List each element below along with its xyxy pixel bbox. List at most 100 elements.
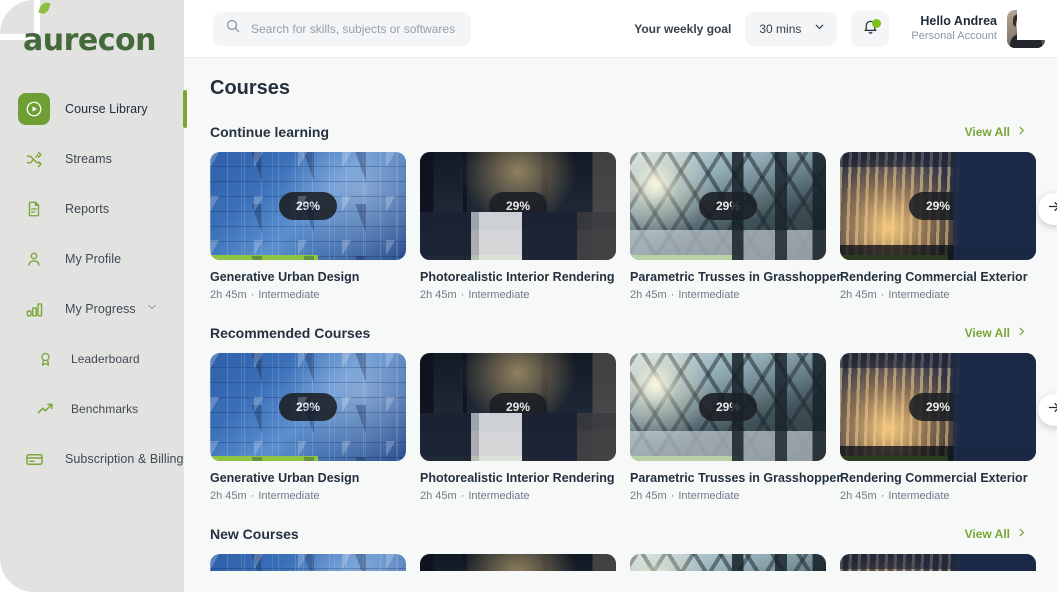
section-recommended-courses: Recommended Courses View All 29% Generat…: [184, 325, 1057, 502]
chevron-down-icon[interactable]: [146, 300, 158, 318]
chevron-right-icon: [1016, 125, 1027, 139]
leaf-icon: [38, 0, 51, 16]
section-new-courses: New Courses View All: [184, 526, 1057, 571]
section-header: Continue learning View All: [184, 124, 1057, 140]
progress-badge: 29%: [278, 192, 338, 220]
play-circle-icon: [18, 93, 50, 125]
progress-badge: 29%: [698, 192, 758, 220]
sidebar-nav: Course Library Streams Reports My Profil…: [0, 84, 187, 484]
course-title: Photorealistic Interior Rendering: [420, 270, 615, 284]
view-all-link[interactable]: View All: [965, 326, 1027, 340]
course-card[interactable]: 29% Rendering Commercial Exterior 2h 45m…: [840, 152, 1036, 301]
search-input[interactable]: [251, 21, 459, 36]
course-title: Rendering Commercial Exterior: [840, 270, 1028, 284]
search-container[interactable]: [213, 11, 471, 46]
section-continue-learning: Continue learning View All 29% Generativ…: [184, 124, 1057, 301]
bar-chart-icon: [18, 293, 50, 325]
course-card[interactable]: 29% Photorealistic Interior Rendering 2h…: [420, 152, 616, 301]
sidebar-item-label: Benchmarks: [71, 402, 139, 416]
weekly-goal-select[interactable]: 30 mins: [745, 11, 838, 46]
course-meta: 2h 45m · Intermediate: [840, 490, 1036, 502]
sidebar-item-course-library[interactable]: Course Library: [0, 84, 187, 134]
progress-bar: [630, 255, 738, 260]
course-card[interactable]: 29% Rendering Commercial Exterior 2h 45m…: [840, 353, 1036, 502]
view-all-label: View All: [964, 125, 1010, 139]
progress-bar: [420, 456, 528, 461]
course-meta: 2h 45m · Intermediate: [420, 289, 616, 301]
course-level: Intermediate: [678, 490, 740, 502]
course-card[interactable]: 29% Parametric Trusses in Grasshopper 2h…: [630, 152, 841, 301]
sidebar-item-label: Course Library: [65, 102, 148, 116]
course-card[interactable]: [630, 554, 826, 571]
course-level: Intermediate: [468, 490, 530, 502]
sidebar-item-label: Streams: [65, 152, 112, 166]
course-title: Parametric Trusses in Grasshopper: [630, 471, 842, 485]
card-carousel: 29% Generative Urban Design 2h 45m · Inter…: [184, 353, 1057, 502]
avatar-face: [1016, 14, 1034, 34]
card-carousel: [184, 554, 1057, 571]
meta-separator: ·: [460, 289, 465, 301]
notifications-button[interactable]: [851, 10, 890, 47]
active-indicator: [183, 90, 187, 128]
course-card[interactable]: 29% Generative Urban Design 2h 45m · Inter…: [210, 353, 406, 502]
sidebar-item-label: My Progress: [65, 302, 136, 316]
user-greeting: Hello Andrea: [920, 13, 997, 28]
view-all-label: View All: [964, 527, 1010, 541]
user-account-type: Personal Account: [911, 30, 997, 43]
course-thumbnail: 29%: [840, 353, 1036, 461]
course-card[interactable]: [420, 554, 616, 571]
section-header: Recommended Courses View All: [184, 325, 1057, 341]
chevron-right-icon: [1016, 326, 1027, 340]
meta-separator: ·: [250, 490, 255, 502]
course-duration: 2h 45m: [420, 289, 457, 301]
carousel-next-button[interactable]: [1038, 193, 1057, 225]
progress-bar: [840, 255, 948, 260]
course-level: Intermediate: [678, 289, 740, 301]
view-all-link[interactable]: View All: [965, 125, 1027, 139]
course-card[interactable]: 29% Parametric Trusses in Grasshopper 2h…: [630, 353, 842, 502]
course-card[interactable]: [840, 554, 1036, 571]
carousel-next-button[interactable]: [1038, 394, 1057, 426]
sidebar-item-my-progress[interactable]: My Progress: [0, 284, 184, 334]
sidebar-item-leaderboard[interactable]: Leaderboard: [0, 334, 184, 384]
card-carousel: 29% Generative Urban Design 2h 45m · Inter…: [184, 152, 1057, 301]
section-title: Continue learning: [210, 124, 329, 140]
course-card[interactable]: 29% Photorealistic Interior Rendering 2h…: [420, 353, 616, 502]
avatar-body: [1010, 32, 1042, 48]
course-meta: 2h 45m · Intermediate: [630, 289, 826, 301]
view-all-link[interactable]: View All: [965, 527, 1027, 541]
sidebar-item-reports[interactable]: Reports: [0, 184, 184, 234]
course-card[interactable]: 29% Generative Urban Design 2h 45m · Inter…: [210, 152, 406, 301]
meta-separator: ·: [670, 490, 675, 502]
course-meta: 2h 45m · Intermediate: [840, 289, 1036, 301]
sidebar-item-benchmarks[interactable]: Benchmarks: [0, 384, 184, 434]
progress-badge: 29%: [698, 393, 758, 421]
brand-logo[interactable]: aurecon: [23, 0, 157, 56]
page-title: Courses: [210, 77, 291, 99]
course-thumbnail: 29%: [420, 353, 616, 461]
sidebar-item-streams[interactable]: Streams: [0, 134, 184, 184]
course-meta: 2h 45m · Intermediate: [210, 490, 406, 502]
sidebar-item-subscription-billing[interactable]: Subscription & Billing: [0, 434, 184, 484]
course-thumbnail: [840, 554, 1036, 571]
meta-separator: ·: [670, 289, 675, 301]
course-thumbnail: 29%: [630, 353, 826, 461]
progress-bar: [420, 255, 528, 260]
sidebar-item-label: My Profile: [65, 252, 122, 266]
trend-up-icon: [32, 393, 58, 425]
sidebar-item-my-profile[interactable]: My Profile: [0, 234, 184, 284]
weekly-goal-label: Your weekly goal: [634, 21, 732, 36]
course-meta: 2h 45m · Intermediate: [420, 490, 616, 502]
meta-separator: ·: [880, 490, 885, 502]
progress-bar: [210, 255, 318, 260]
user-menu[interactable]: Hello Andrea Personal Account: [911, 9, 1045, 48]
course-duration: 2h 45m: [840, 289, 877, 301]
shuffle-icon: [18, 143, 50, 175]
progress-badge: 29%: [908, 393, 968, 421]
course-card[interactable]: [210, 554, 406, 571]
meta-separator: ·: [880, 289, 885, 301]
avatar[interactable]: [1007, 9, 1045, 48]
progress-bar: [630, 456, 738, 461]
app-root: aurecon Course Library Streams Reports M…: [0, 0, 1057, 592]
progress-badge: 29%: [488, 393, 548, 421]
